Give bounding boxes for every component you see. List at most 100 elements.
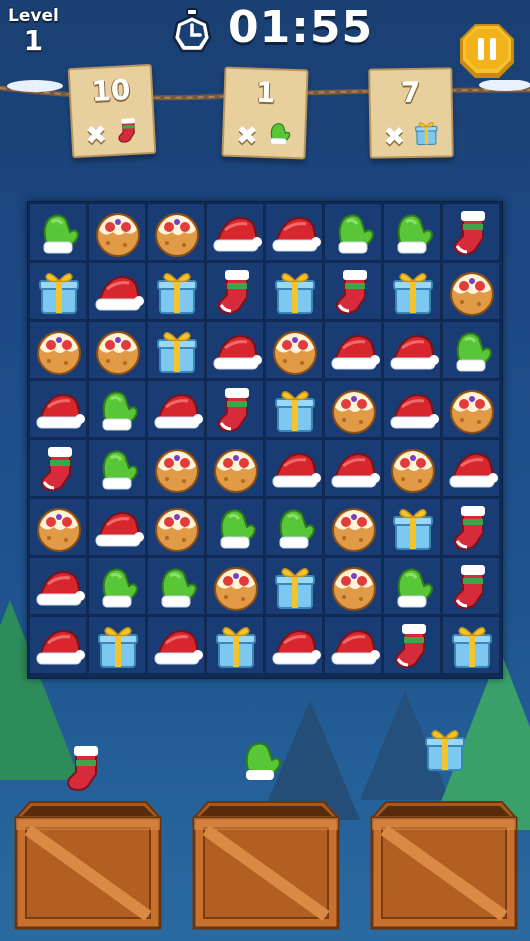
board-tile[interactable] [29,498,87,556]
board-tile[interactable] [206,439,264,497]
board-tile[interactable] [29,262,87,320]
board-tile[interactable] [88,380,146,438]
board-tile[interactable] [206,498,264,556]
board-tile[interactable] [265,203,323,261]
board-tile[interactable] [324,557,382,615]
board-tile[interactable] [206,616,264,674]
gift-icon [98,627,138,668]
board-tile[interactable] [147,380,205,438]
gift-icon [275,391,315,432]
board-tile[interactable] [442,498,500,556]
board-tile[interactable] [147,439,205,497]
cookie-icon [37,331,81,375]
falling-gift-icon [425,730,465,771]
goal-card-mitten: 1 ✖ [221,66,309,160]
board-tile[interactable] [147,262,205,320]
santa-hat-icon [272,629,321,665]
board-tile[interactable] [88,498,146,556]
board-tile[interactable] [442,439,500,497]
board-tile[interactable] [442,321,500,379]
board-tile[interactable] [265,262,323,320]
stocking-icon [336,270,367,314]
cookie-icon [214,449,258,493]
board-tile[interactable] [324,321,382,379]
board-tile[interactable] [324,262,382,320]
board-tile[interactable] [265,498,323,556]
board-tile[interactable] [29,203,87,261]
board-tile[interactable] [88,203,146,261]
board-tile[interactable] [88,439,146,497]
board-tile[interactable] [442,557,500,615]
board-tile[interactable] [324,203,382,261]
board-tile[interactable] [29,439,87,497]
board-tile[interactable] [88,262,146,320]
game-board [27,201,503,679]
cookie-icon [37,508,81,552]
cookie-icon [155,449,199,493]
board-tile[interactable] [324,498,382,556]
santa-hat-icon [449,452,498,488]
board-tile[interactable] [383,498,441,556]
cookie-icon [450,390,494,434]
board-tile[interactable] [88,321,146,379]
board-tile[interactable] [29,380,87,438]
board-tile[interactable] [147,498,205,556]
board-tile[interactable] [383,262,441,320]
mitten-icon [102,568,139,608]
board-tile[interactable] [442,262,500,320]
board-tile[interactable] [265,616,323,674]
board-tile[interactable] [29,616,87,674]
board-tile[interactable] [383,203,441,261]
board-tile[interactable] [206,203,264,261]
countdown-timer: 01:55 [228,2,374,53]
board-tile[interactable] [383,439,441,497]
board-tile[interactable] [383,321,441,379]
board-tile[interactable] [442,203,500,261]
pause-button[interactable] [458,22,516,80]
stocking-icon [454,565,485,609]
board-tile[interactable] [324,439,382,497]
stocking-icon [118,118,135,143]
crate-mitten[interactable] [188,800,344,930]
board-tile[interactable] [147,557,205,615]
gift-icon [275,568,315,609]
board-tile[interactable] [206,262,264,320]
cookie-icon [450,272,494,316]
multiply-icon: ✖ [383,122,406,153]
crate-gift[interactable] [366,800,522,930]
gift-icon [157,273,197,314]
santa-hat-icon [154,393,203,429]
santa-hat-icon [331,629,380,665]
stocking-icon [454,211,485,255]
board-tile[interactable] [442,616,500,674]
mitten-icon [102,450,139,490]
board-tile[interactable] [383,380,441,438]
board-tile[interactable] [29,321,87,379]
stopwatch-icon [172,8,212,53]
board-tile[interactable] [265,439,323,497]
board-tile[interactable] [324,380,382,438]
board-tile[interactable] [265,321,323,379]
board-tile[interactable] [206,321,264,379]
santa-hat-icon [95,511,144,547]
board-tile[interactable] [29,557,87,615]
board-tile[interactable] [383,616,441,674]
board-tile[interactable] [147,616,205,674]
board-tile[interactable] [265,380,323,438]
board-tile[interactable] [206,380,264,438]
board-tile[interactable] [147,203,205,261]
board-tile[interactable] [442,380,500,438]
cookie-icon [332,567,376,611]
cookie-icon [391,449,435,493]
gift-icon [393,273,433,314]
crate-stocking[interactable] [10,800,166,930]
board-tile[interactable] [206,557,264,615]
board-tile[interactable] [383,557,441,615]
cookie-icon [155,508,199,552]
board-tile[interactable] [88,616,146,674]
board-tile[interactable] [324,616,382,674]
board-tile[interactable] [88,557,146,615]
board-tile[interactable] [147,321,205,379]
falling-mitten-icon [245,742,282,780]
board-tile[interactable] [265,557,323,615]
